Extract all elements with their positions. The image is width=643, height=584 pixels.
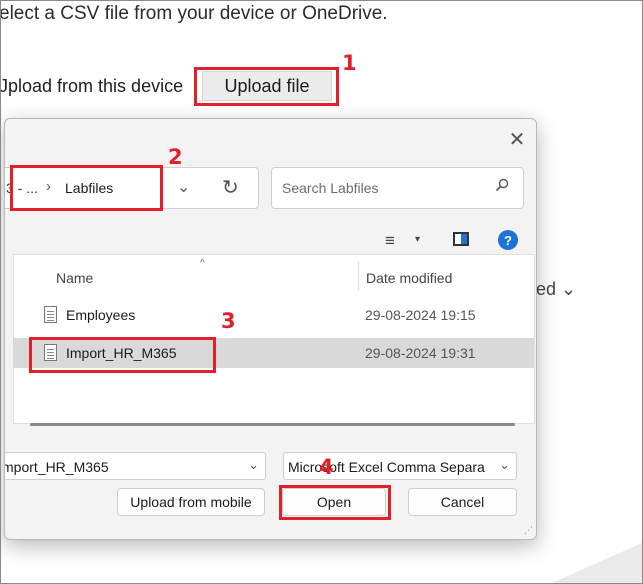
search-box[interactable]: Search Labfiles [271, 167, 524, 209]
screenshot-frame: elect a CSV file from your device or One… [0, 0, 643, 584]
document-icon [44, 306, 57, 323]
file-date: 29-08-2024 19:31 [365, 345, 476, 361]
upload-device-label: Jpload from this device [0, 76, 184, 96]
file-name-value[interactable]: mport_HR_M365 [5, 459, 109, 475]
column-header-date[interactable]: Date modified [366, 270, 452, 286]
highlight-box-file [29, 337, 216, 373]
highlight-box-breadcrumb [10, 165, 163, 211]
horizontal-scrollbar[interactable] [30, 423, 515, 426]
file-name-field[interactable]: mport_HR_M365 ⌄ [5, 452, 266, 480]
highlight-box-open [279, 485, 391, 520]
step-number-1: 1 [342, 51, 357, 75]
chevron-down-icon[interactable]: ⌄ [177, 177, 190, 197]
search-input[interactable]: Search Labfiles [282, 180, 379, 196]
highlight-box-upload [194, 67, 339, 106]
sort-caret-icon: ^ [200, 258, 205, 269]
file-date: 29-08-2024 19:15 [365, 307, 476, 323]
upload-from-mobile-button[interactable]: Upload from mobile [117, 488, 265, 516]
instruction-text: elect a CSV file from your device or One… [0, 3, 388, 24]
file-name: Employees [66, 307, 136, 323]
close-icon[interactable]: ✕ [503, 125, 531, 153]
chevron-down-icon[interactable]: ⌄ [248, 457, 259, 473]
list-item[interactable]: Employees 29-08-2024 19:15 [13, 300, 533, 330]
step-number-4: 4 [319, 455, 334, 479]
column-divider[interactable] [358, 261, 359, 291]
column-header-name[interactable]: Name [56, 270, 93, 286]
chevron-down-icon[interactable]: ⌄ [499, 457, 510, 473]
cancel-button[interactable]: Cancel [408, 488, 517, 516]
refresh-icon[interactable]: ↻ [222, 175, 239, 200]
view-dropdown-icon[interactable]: ▾ [415, 234, 420, 245]
step-number-2: 2 [168, 145, 183, 169]
preview-pane-icon[interactable] [453, 232, 469, 246]
help-icon[interactable]: ? [498, 230, 518, 250]
background-decoration [552, 543, 642, 583]
step-number-3: 3 [221, 309, 236, 333]
search-icon [495, 178, 509, 192]
resize-grip-icon[interactable]: ⋰ [524, 525, 533, 536]
view-options-icon[interactable]: ≡ [385, 231, 395, 251]
